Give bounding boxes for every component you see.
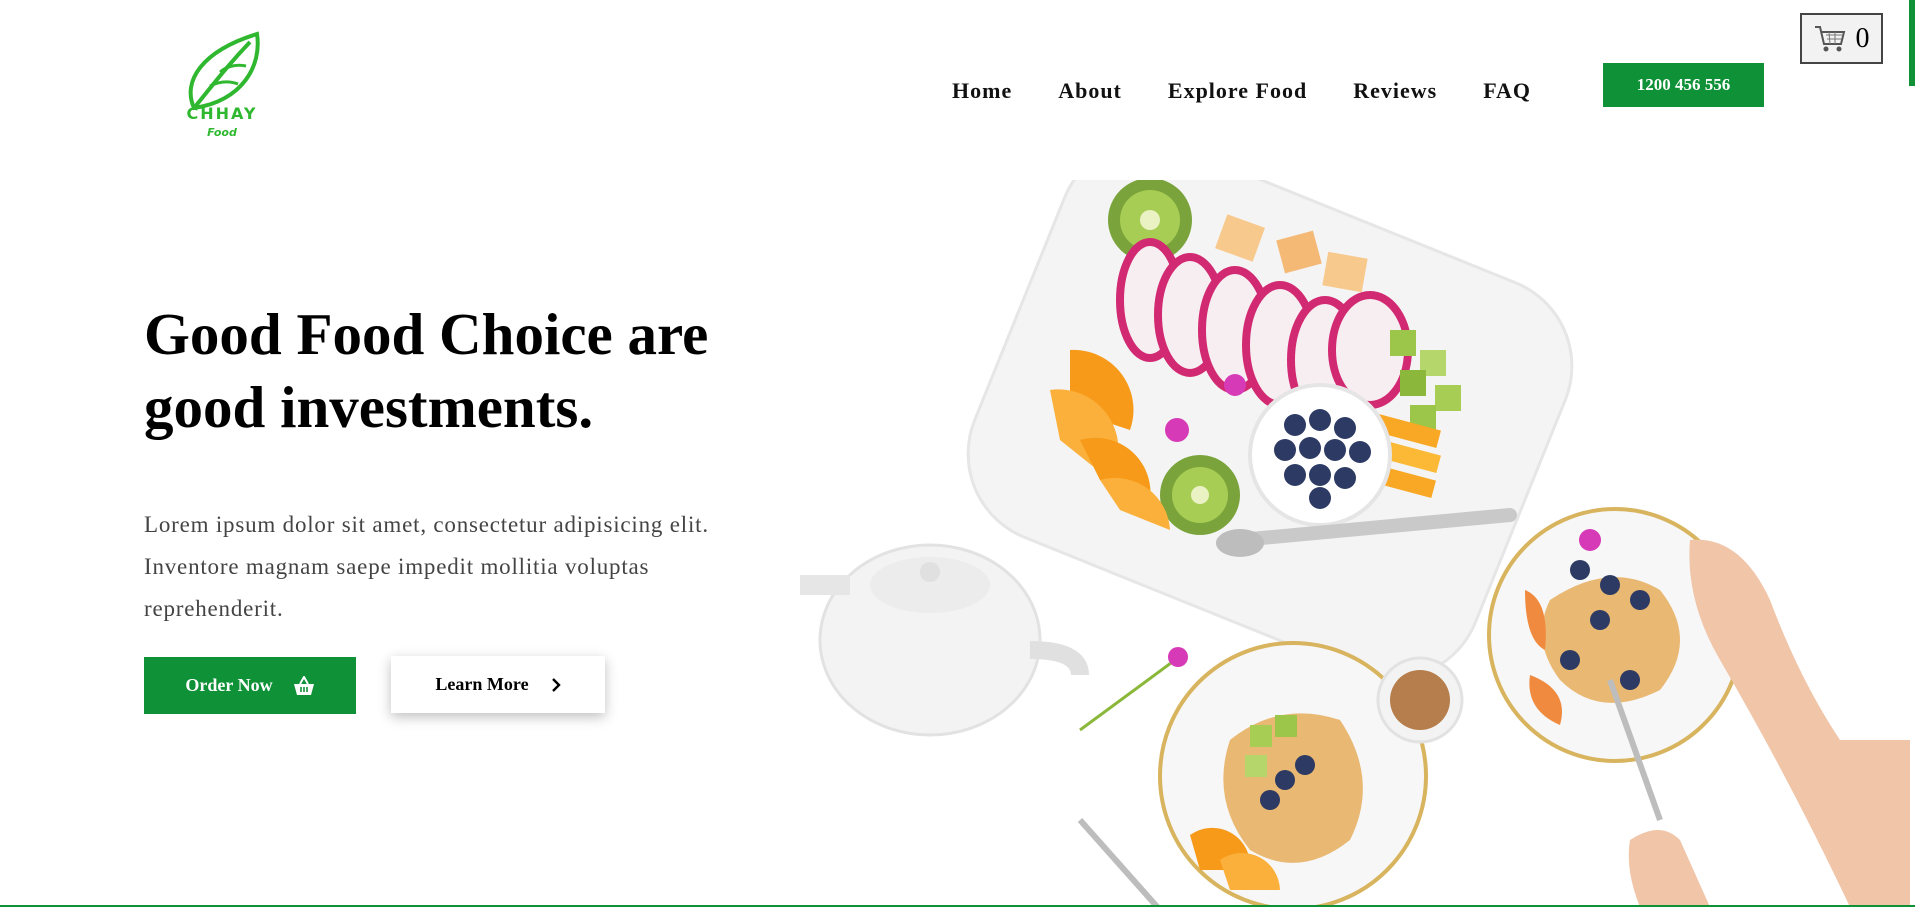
- hero-title-line-2: good investments.: [144, 374, 594, 440]
- hero-title: Good Food Choice are good investments.: [144, 298, 784, 444]
- nav-link-faq[interactable]: FAQ: [1483, 78, 1531, 104]
- phone-button[interactable]: 1200 456 556: [1603, 63, 1764, 107]
- logo-subtitle: Food: [207, 126, 237, 139]
- nav-link-reviews[interactable]: Reviews: [1353, 78, 1437, 104]
- accent-edge: [1909, 0, 1915, 86]
- nav-link-explore-food[interactable]: Explore Food: [1168, 78, 1307, 104]
- order-now-label: Order Now: [185, 675, 273, 695]
- learn-more-label: Learn More: [435, 674, 529, 694]
- brand-logo[interactable]: CHHAY Food: [172, 26, 272, 144]
- hero-description-line-1: Lorem ipsum dolor sit amet, consectetur …: [144, 512, 709, 537]
- main-navigation: Home About Explore Food Reviews FAQ: [952, 78, 1531, 104]
- hero-food-image: [780, 180, 1910, 907]
- basket-icon: [293, 675, 314, 695]
- learn-more-button[interactable]: Learn More: [391, 656, 605, 713]
- cart-button[interactable]: 0: [1800, 13, 1883, 64]
- hero-title-line-1: Good Food Choice are: [144, 301, 709, 367]
- nav-link-home[interactable]: Home: [952, 78, 1012, 104]
- hero-description-line-2: Inventore magnam saepe impedit mollitia …: [144, 554, 650, 579]
- shopping-cart-icon: [1814, 25, 1845, 51]
- logo-wordmark: CHHAY: [186, 104, 258, 123]
- order-now-button[interactable]: Order Now: [144, 657, 356, 714]
- nav-link-about[interactable]: About: [1058, 78, 1122, 104]
- cart-count: 0: [1855, 22, 1870, 54]
- hero-description-line-3: reprehenderit.: [144, 596, 284, 621]
- food-illustration: [780, 180, 1910, 907]
- chevron-right-icon: [551, 677, 561, 692]
- hero-description: Lorem ipsum dolor sit amet, consectetur …: [144, 504, 784, 630]
